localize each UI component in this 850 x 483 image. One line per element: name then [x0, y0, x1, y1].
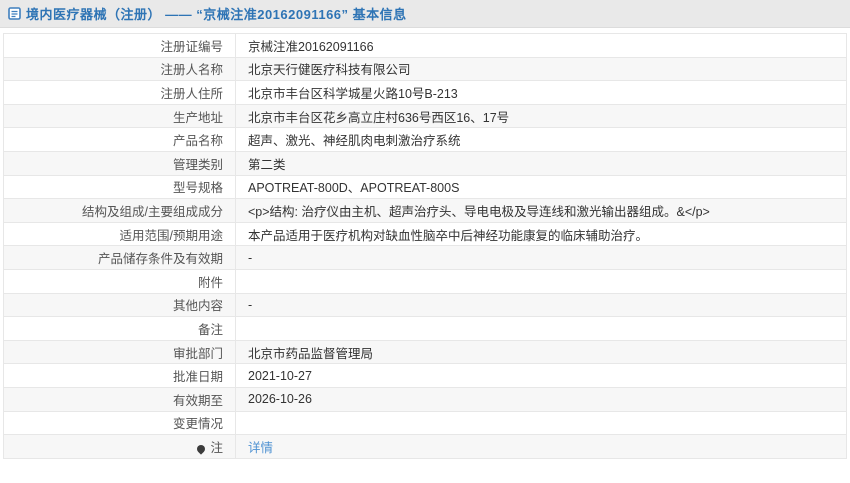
row-label-text: 注 — [210, 440, 223, 455]
row-value: - — [235, 245, 847, 270]
row-label-text: 生产地址 — [172, 110, 223, 125]
row-value: 本产品适用于医疗机构对缺血性脑卒中后神经功能康复的临床辅助治疗。 — [235, 222, 847, 247]
row-label-text: 注册人名称 — [160, 63, 223, 78]
detail-link[interactable]: 详情 — [248, 441, 273, 455]
table-row: 有效期至 2026-10-26 — [3, 387, 847, 412]
table-row: 审批部门 北京市药品监督管理局 — [3, 340, 847, 365]
row-value: 北京天行健医疗科技有限公司 — [235, 57, 847, 82]
row-label: 产品储存条件及有效期 — [3, 245, 236, 270]
table-row: 生产地址 北京市丰台区花乡高立庄村636号西区16、17号 — [3, 104, 847, 129]
row-value: APOTREAT-800D、APOTREAT-800S — [235, 175, 847, 200]
row-label: 适用范围/预期用途 — [3, 222, 236, 247]
row-label: 备注 — [3, 316, 236, 341]
table-row: 注册证编号 京械注准20162091166 — [3, 33, 847, 58]
row-value: 详情 — [235, 434, 847, 459]
table-row: 适用范围/预期用途 本产品适用于医疗机构对缺血性脑卒中后神经功能康复的临床辅助治… — [3, 222, 847, 247]
row-label-text: 管理类别 — [172, 157, 223, 172]
row-label: 生产地址 — [3, 104, 236, 129]
document-icon — [8, 7, 21, 20]
row-value: - — [235, 293, 847, 318]
row-label: 型号规格 — [3, 175, 236, 200]
pin-icon — [195, 443, 208, 455]
row-label-text: 注册证编号 — [160, 39, 223, 54]
row-label-text: 产品储存条件及有效期 — [97, 252, 223, 267]
row-label: 变更情况 — [3, 411, 236, 436]
row-label-text: 备注 — [197, 322, 223, 337]
row-value: 第二类 — [235, 151, 847, 176]
table-row: 注册人名称 北京天行健医疗科技有限公司 — [3, 57, 847, 82]
row-value: 超声、激光、神经肌肉电刺激治疗系统 — [235, 127, 847, 152]
row-label-text: 附件 — [197, 275, 223, 290]
table-row: 附件 — [3, 269, 847, 294]
table-row: 管理类别 第二类 — [3, 151, 847, 176]
info-table-body: 注册证编号 京械注准20162091166 注册人名称 北京天行健医疗科技有限公… — [3, 33, 847, 459]
row-label: 其他内容 — [3, 293, 236, 318]
row-value: 京械注准20162091166 — [235, 33, 847, 58]
table-row: 产品名称 超声、激光、神经肌肉电刺激治疗系统 — [3, 127, 847, 152]
row-label-text: 结构及组成/主要组成成分 — [82, 204, 223, 219]
row-label-text: 型号规格 — [172, 181, 223, 196]
row-label: 有效期至 — [3, 387, 236, 412]
row-value: 北京市丰台区花乡高立庄村636号西区16、17号 — [235, 104, 847, 129]
row-label-text: 注册人住所 — [160, 86, 223, 101]
row-value: 北京市丰台区科学城星火路10号B-213 — [235, 80, 847, 105]
row-label: 审批部门 — [3, 340, 236, 365]
row-label: 附件 — [3, 269, 236, 294]
row-value: 2021-10-27 — [235, 363, 847, 388]
row-label-text: 批准日期 — [172, 370, 223, 385]
row-label-text: 审批部门 — [172, 346, 223, 361]
table-row: 备注 — [3, 316, 847, 341]
row-label: 产品名称 — [3, 127, 236, 152]
registration-info-table: 注册证编号 京械注准20162091166 注册人名称 北京天行健医疗科技有限公… — [3, 33, 847, 459]
row-label: 结构及组成/主要组成成分 — [3, 198, 236, 223]
row-label-text: 其他内容 — [172, 299, 223, 314]
row-label: 管理类别 — [3, 151, 236, 176]
row-label: 注册人住所 — [3, 80, 236, 105]
table-row: 变更情况 — [3, 411, 847, 436]
row-label: 注册人名称 — [3, 57, 236, 82]
page-header: 境内医疗器械（注册） —— “京械注准20162091166” 基本信息 — [0, 0, 850, 28]
page-title: 境内医疗器械（注册） —— “京械注准20162091166” 基本信息 — [26, 7, 407, 22]
table-row: 注 详情 — [3, 434, 847, 459]
row-label: 批准日期 — [3, 363, 236, 388]
table-row: 其他内容 - — [3, 293, 847, 318]
table-row: 批准日期 2021-10-27 — [3, 363, 847, 388]
row-value — [235, 316, 847, 341]
row-value — [235, 269, 847, 294]
row-label: 注册证编号 — [3, 33, 236, 58]
row-label-text: 适用范围/预期用途 — [119, 228, 223, 243]
row-value: 北京市药品监督管理局 — [235, 340, 847, 365]
row-label-text: 变更情况 — [172, 417, 223, 432]
table-row: 注册人住所 北京市丰台区科学城星火路10号B-213 — [3, 80, 847, 105]
row-value: <p>结构: 治疗仪由主机、超声治疗头、导电电极及导连线和激光输出器组成。&</… — [235, 198, 847, 223]
table-row: 产品储存条件及有效期 - — [3, 245, 847, 270]
row-value: 2026-10-26 — [235, 387, 847, 412]
row-label-text: 产品名称 — [172, 134, 223, 149]
row-label-text: 有效期至 — [172, 393, 223, 408]
row-label: 注 — [3, 434, 236, 459]
row-value — [235, 411, 847, 436]
table-row: 结构及组成/主要组成成分 <p>结构: 治疗仪由主机、超声治疗头、导电电极及导连… — [3, 198, 847, 223]
table-row: 型号规格 APOTREAT-800D、APOTREAT-800S — [3, 175, 847, 200]
